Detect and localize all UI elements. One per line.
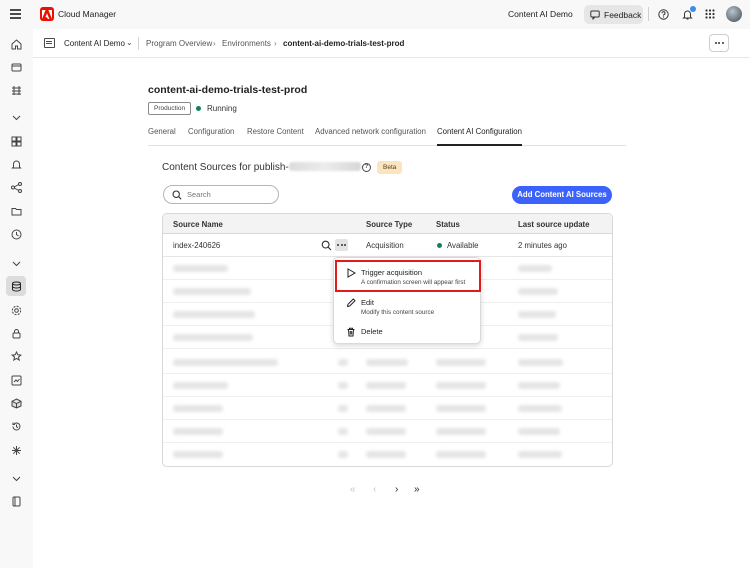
column-status[interactable]: Status (436, 220, 460, 229)
package-icon[interactable] (9, 396, 23, 410)
page-title: content-ai-demo-trials-test-prod (148, 84, 308, 96)
inspect-search-icon[interactable] (321, 240, 332, 251)
folder-icon[interactable] (9, 204, 23, 218)
app-title: Cloud Manager (58, 9, 117, 19)
breadcrumb-environments[interactable]: Environments (222, 39, 271, 48)
pagination-last[interactable]: » (414, 484, 420, 495)
expand-chevron-icon[interactable] (9, 256, 23, 270)
integrations-icon[interactable] (9, 443, 23, 457)
menu-item-delete[interactable]: Delete (334, 323, 482, 349)
adobe-logo-icon (40, 7, 54, 21)
top-bar: Cloud Manager Content AI Demo Feedback (0, 0, 750, 29)
source-type-cell: Acquisition (366, 241, 404, 250)
breadcrumb-current: content-ai-demo-trials-test-prod (283, 39, 405, 48)
trash-icon (347, 327, 355, 337)
star-icon[interactable] (9, 349, 23, 363)
environments-icon[interactable] (6, 276, 26, 296)
column-source-name[interactable]: Source Name (173, 220, 223, 229)
chevron-down-icon[interactable]: ⌄ (126, 38, 133, 47)
home-icon[interactable] (9, 37, 23, 51)
documentation-icon[interactable] (9, 494, 23, 508)
section-title: Content Sources for publish- (162, 162, 361, 173)
programs-icon[interactable] (9, 60, 23, 74)
network-icon[interactable] (9, 180, 23, 194)
breadcrumb-separator-icon: › (274, 39, 277, 48)
lock-icon[interactable] (9, 326, 23, 340)
info-help-icon[interactable]: ? (362, 163, 371, 172)
feedback-label: Feedback (604, 9, 642, 20)
tab-bar: General Configuration Restore Content Ad… (148, 122, 626, 146)
pagination-first[interactable]: « (350, 484, 356, 495)
column-source-type[interactable]: Source Type (366, 220, 412, 229)
tab-configuration[interactable]: Configuration (188, 127, 234, 146)
more-chevron-icon[interactable] (9, 471, 23, 485)
search-input[interactable] (187, 190, 267, 199)
row-actions-more-icon[interactable] (335, 239, 348, 251)
reports-icon[interactable] (9, 373, 23, 387)
notifications-icon[interactable] (9, 157, 23, 171)
pipelines-icon[interactable] (9, 83, 23, 97)
program-icon (44, 38, 55, 48)
left-rail (0, 29, 33, 568)
menu-item-description: Modify this content source (361, 309, 435, 316)
breadcrumb-program-overview[interactable]: Program Overview (146, 39, 212, 48)
add-content-ai-sources-button[interactable]: Add Content AI Sources (512, 186, 612, 204)
source-name-cell: index-240626 (173, 241, 221, 250)
table-header: Source Name Source Type Status Last sour… (163, 214, 612, 234)
search-icon (172, 189, 182, 200)
table-row-redacted[interactable] (163, 351, 612, 374)
help-icon[interactable] (656, 7, 670, 21)
feedback-button[interactable]: Feedback (584, 5, 643, 24)
tab-general[interactable]: General (148, 127, 176, 146)
breadcrumb-divider (138, 37, 139, 50)
table-row-redacted[interactable] (163, 397, 612, 420)
table-row-redacted[interactable] (163, 443, 612, 466)
column-last-update[interactable]: Last source update (518, 220, 590, 229)
history-icon[interactable] (9, 419, 23, 433)
more-actions-button[interactable] (709, 34, 729, 52)
collapse-chevron-icon[interactable] (9, 110, 23, 124)
program-selector[interactable]: Content AI Demo (64, 39, 125, 48)
last-update-cell: 2 minutes ago (518, 241, 567, 250)
status-cell: Available (447, 241, 479, 250)
notification-dot (690, 6, 696, 12)
table-row-redacted[interactable] (163, 420, 612, 443)
status-indicator (196, 106, 201, 111)
beta-badge: Beta (377, 161, 403, 174)
environment-status: Running (207, 104, 237, 113)
table-row-redacted[interactable] (163, 374, 612, 397)
toolbar-divider (648, 7, 649, 21)
tab-advanced-network[interactable]: Advanced network configuration (315, 127, 426, 146)
menu-item-edit[interactable]: Edit Modify this content source (334, 294, 482, 320)
pagination-next[interactable]: › (395, 484, 398, 495)
pencil-icon (346, 298, 356, 308)
overview-icon[interactable] (9, 134, 23, 148)
menu-item-label: Edit (361, 298, 374, 307)
table-row[interactable]: index-240626 Acquisition Available 2 min… (163, 234, 612, 257)
available-status-dot (437, 243, 442, 248)
user-avatar[interactable] (726, 6, 742, 22)
search-field[interactable] (163, 185, 279, 204)
pagination-previous[interactable]: ‹ (373, 484, 376, 495)
hamburger-menu-icon[interactable] (10, 9, 22, 20)
tab-content-ai-configuration[interactable]: Content AI Configuration (437, 127, 522, 146)
highlight-box (335, 260, 481, 292)
menu-item-label: Delete (361, 327, 383, 336)
breadcrumb-separator-icon: › (213, 39, 216, 48)
org-switcher[interactable]: Content AI Demo (508, 9, 573, 19)
feedback-icon (590, 10, 600, 20)
environment-type-badge: Production (148, 102, 192, 115)
tab-restore-content[interactable]: Restore Content (247, 127, 304, 146)
settings-icon[interactable] (9, 303, 23, 317)
breadcrumb-bar: Content AI Demo ⌄ Program Overview › Env… (33, 29, 750, 58)
apps-grid-icon[interactable] (703, 7, 717, 21)
activity-icon[interactable] (9, 227, 23, 241)
redacted-text (288, 162, 361, 171)
section-title-text: Content Sources for publish- (162, 162, 289, 173)
